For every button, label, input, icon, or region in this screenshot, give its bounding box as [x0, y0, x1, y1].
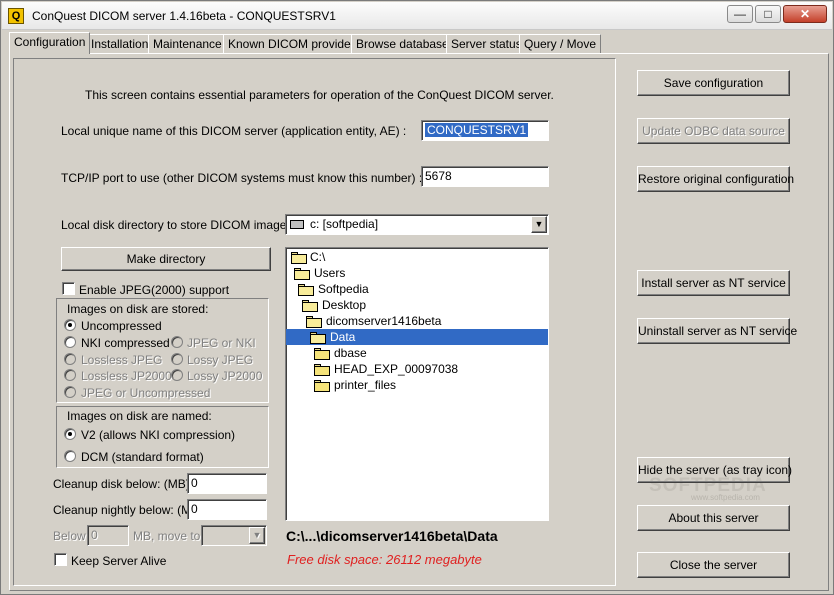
folder-icon	[314, 380, 330, 392]
radio-lossless-jp2000-label: Lossless JP2000	[81, 369, 172, 383]
chevron-down-icon: ▼	[249, 527, 265, 544]
hide-server-button[interactable]: Hide the server (as tray icon)	[637, 457, 792, 483]
keep-alive-label: Keep Server Alive	[71, 554, 167, 568]
folder-open-icon	[310, 332, 326, 344]
port-label: TCP/IP port to use (other DICOM systems …	[61, 171, 423, 185]
folder-open-icon	[294, 268, 310, 280]
radio-dcm-naming-label: DCM (standard format)	[81, 450, 204, 464]
tab-maintenance[interactable]: Maintenance	[148, 34, 227, 53]
tab-browse-database[interactable]: Browse database	[351, 34, 454, 53]
app-icon: Q	[8, 8, 24, 24]
radio-v2-naming[interactable]	[64, 428, 76, 440]
directory-tree[interactable]: C:\ Users Softpedia Desktop dicomserver1…	[285, 247, 549, 521]
ae-value: CONQUESTSRV1	[425, 123, 529, 137]
update-odbc-button: Update ODBC data source	[637, 118, 790, 144]
save-configuration-button[interactable]: Save configuration	[637, 70, 790, 96]
cleanup-nightly-input[interactable]: 0	[187, 499, 267, 520]
radio-v2-naming-label: V2 (allows NKI compression)	[81, 428, 236, 442]
radio-uncompressed[interactable]	[64, 319, 76, 331]
tab-installation[interactable]: Installation	[86, 34, 154, 53]
tree-item-head-exp[interactable]: HEAD_EXP_00097038	[334, 362, 458, 377]
main-window: Q ConQuest DICOM server 1.4.16beta - CON…	[0, 0, 834, 595]
tree-item-users[interactable]: Users	[314, 266, 345, 281]
tree-item-dicomserver[interactable]: dicomserver1416beta	[326, 314, 441, 329]
radio-jpeg-or-uncompressed-label: JPEG or Uncompressed	[81, 386, 211, 400]
folder-open-icon	[302, 300, 318, 312]
title-bar[interactable]: Q ConQuest DICOM server 1.4.16beta - CON…	[2, 2, 832, 30]
jpeg-support-checkbox[interactable]	[62, 282, 75, 295]
keep-alive-checkbox[interactable]	[54, 553, 67, 566]
chevron-down-icon[interactable]: ▼	[531, 216, 547, 233]
folder-open-icon	[306, 316, 322, 328]
radio-dcm-naming[interactable]	[64, 450, 76, 462]
radio-lossy-jp2000-label: Lossy JP2000	[187, 369, 263, 383]
radio-jpeg-or-nki-label: JPEG or NKI	[187, 336, 256, 350]
current-path: C:\...\dicomserver1416beta\Data	[286, 528, 498, 544]
install-service-button[interactable]: Install server as NT service	[637, 270, 790, 296]
tab-configuration[interactable]: Configuration	[9, 32, 91, 54]
named-group-title: Images on disk are named:	[67, 409, 212, 423]
folder-open-icon	[298, 284, 314, 296]
radio-nki-compressed[interactable]	[64, 336, 76, 348]
below-label: Below	[53, 529, 86, 543]
cleanup-nightly-label: Cleanup nightly below: (MB)	[53, 503, 204, 517]
disk-label: Local disk directory to store DICOM imag…	[61, 218, 300, 232]
radio-lossy-jpeg	[171, 353, 183, 365]
tab-known-dicom-providers[interactable]: Known DICOM providers	[223, 34, 366, 53]
radio-lossless-jp2000	[64, 369, 76, 381]
tab-server-status[interactable]: Server status	[446, 34, 527, 53]
move-to-label: MB, move to:	[133, 529, 204, 543]
tab-query-move[interactable]: Query / Move	[519, 34, 602, 53]
radio-lossy-jp2000	[171, 369, 183, 381]
drive-icon	[290, 220, 304, 229]
drive-select[interactable]: c: [softpedia] ▼	[285, 214, 549, 235]
radio-uncompressed-label: Uncompressed	[81, 319, 162, 333]
folder-icon	[314, 348, 330, 360]
drive-value: c: [softpedia]	[310, 217, 379, 231]
tree-item-softpedia[interactable]: Softpedia	[318, 282, 369, 297]
port-input[interactable]: 5678	[421, 166, 549, 187]
cleanup-disk-input[interactable]: 0	[187, 473, 267, 494]
move-to-select: ▼	[201, 525, 267, 546]
ae-label: Local unique name of this DICOM server (…	[61, 124, 407, 138]
folder-icon	[314, 364, 330, 376]
radio-jpeg-or-uncompressed	[64, 386, 76, 398]
tree-item-dbase[interactable]: dbase	[334, 346, 367, 361]
jpeg-support-label: Enable JPEG(2000) support	[79, 283, 230, 297]
window-title: ConQuest DICOM server 1.4.16beta - CONQU…	[32, 9, 336, 23]
about-server-button[interactable]: About this server	[637, 505, 790, 531]
restore-configuration-button[interactable]: Restore original configuration	[637, 166, 794, 192]
below-input: 0	[87, 525, 129, 546]
stored-group-title: Images on disk are stored:	[67, 302, 209, 316]
cleanup-disk-label: Cleanup disk below: (MB)	[53, 477, 190, 491]
tree-item-desktop[interactable]: Desktop	[322, 298, 366, 313]
radio-lossless-jpeg-label: Lossless JPEG	[81, 353, 163, 367]
make-directory-button[interactable]: Make directory	[61, 247, 271, 271]
uninstall-service-button[interactable]: Uninstall server as NT service	[637, 318, 797, 344]
maximize-button[interactable]: □	[755, 5, 781, 23]
intro-text: This screen contains essential parameter…	[85, 88, 554, 102]
watermark-url: www.softpedia.com	[691, 493, 760, 502]
tree-item-printer-files[interactable]: printer_files	[334, 378, 396, 393]
close-server-button[interactable]: Close the server	[637, 552, 790, 578]
close-window-button[interactable]: ✕	[783, 5, 827, 23]
radio-nki-compressed-label: NKI compressed	[81, 336, 170, 350]
minimize-button[interactable]: —	[727, 5, 753, 23]
tree-item-data[interactable]: Data	[330, 330, 355, 345]
radio-lossy-jpeg-label: Lossy JPEG	[187, 353, 254, 367]
tree-item-root[interactable]: C:\	[310, 250, 325, 265]
radio-lossless-jpeg	[64, 353, 76, 365]
ae-input[interactable]: CONQUESTSRV1	[421, 120, 549, 141]
folder-open-icon	[291, 252, 307, 264]
free-space-text: Free disk space: 26112 megabyte	[287, 552, 482, 567]
radio-jpeg-or-nki	[171, 336, 183, 348]
